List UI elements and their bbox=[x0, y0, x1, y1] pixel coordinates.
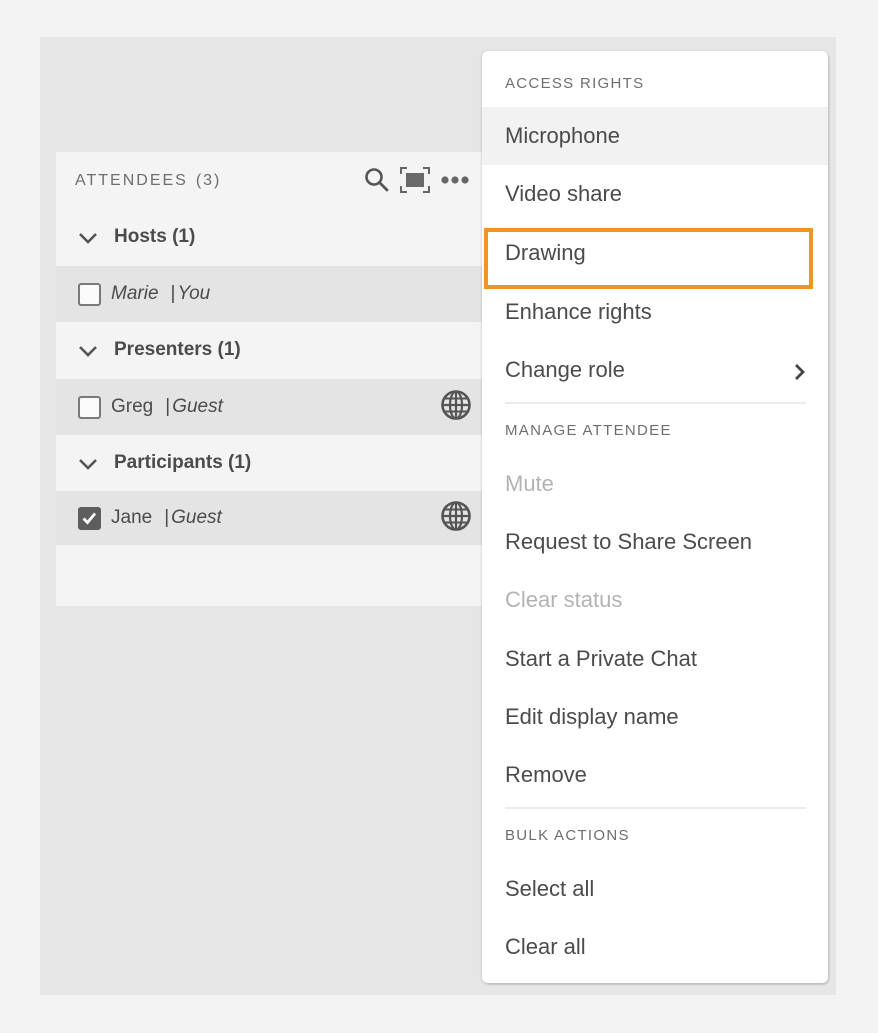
attendee-checkbox-checked[interactable] bbox=[78, 506, 101, 530]
attendee-row[interactable]: Marie | You bbox=[56, 266, 486, 322]
attendees-title: ATTENDEES (3) bbox=[75, 172, 221, 190]
menu-item-label: Microphone bbox=[505, 123, 620, 148]
attendee-name: Greg bbox=[111, 396, 154, 417]
attendee-context-menu: ACCESS RIGHTS Microphone Video share Dra… bbox=[482, 51, 828, 983]
menu-item-label: Change role bbox=[505, 357, 625, 382]
attendee-name-line: Jane | Guest bbox=[111, 507, 222, 529]
menu-item-label: Drawing bbox=[505, 240, 586, 265]
menu-item-label: Enhance rights bbox=[505, 299, 652, 324]
search-icon[interactable] bbox=[364, 167, 390, 193]
attendee-name: Jane bbox=[111, 507, 153, 528]
menu-item-mute[interactable]: Mute bbox=[482, 456, 828, 512]
menu-item-select-all[interactable]: Select all bbox=[482, 861, 828, 917]
attendee-separator: | bbox=[164, 507, 170, 528]
attendee-name-line: Marie | You bbox=[111, 283, 210, 305]
menu-item-video-share[interactable]: Video share bbox=[482, 166, 828, 222]
menu-item-label: Video share bbox=[505, 181, 623, 206]
header-icon-group bbox=[364, 166, 470, 194]
menu-item-label: Request to Share Screen bbox=[505, 529, 753, 554]
menu-item-change-role[interactable]: Change role bbox=[482, 342, 828, 398]
menu-item-label: Mute bbox=[505, 471, 554, 496]
attendee-role: Guest bbox=[172, 396, 223, 417]
menu-item-start-private-chat[interactable]: Start a Private Chat bbox=[482, 631, 828, 687]
section-heading-access-rights: ACCESS RIGHTS bbox=[505, 75, 645, 92]
attendees-panel-header: ATTENDEES (3) bbox=[56, 152, 486, 209]
attendee-separator: | bbox=[165, 396, 171, 417]
attendees-title-label: ATTENDEES bbox=[75, 172, 188, 189]
menu-divider bbox=[505, 402, 806, 404]
menu-item-clear-all[interactable]: Clear all bbox=[482, 919, 828, 975]
more-options-icon[interactable] bbox=[440, 175, 470, 185]
menu-item-remove[interactable]: Remove bbox=[482, 747, 828, 803]
group-participants[interactable]: Participants (1) bbox=[56, 435, 486, 491]
attendee-role: You bbox=[177, 283, 211, 304]
attendee-name: Marie bbox=[111, 283, 159, 304]
attendee-checkbox[interactable] bbox=[78, 395, 101, 419]
menu-item-label: Clear all bbox=[505, 934, 586, 959]
menu-item-label: Edit display name bbox=[505, 704, 679, 729]
menu-item-label: Select all bbox=[505, 876, 595, 901]
group-label: Presenters (1) bbox=[114, 339, 241, 360]
chevron-down-icon[interactable] bbox=[78, 457, 98, 475]
chevron-right-icon bbox=[794, 361, 806, 387]
chevron-down-icon[interactable] bbox=[78, 231, 98, 249]
attendees-count: (3) bbox=[195, 172, 222, 189]
group-presenters[interactable]: Presenters (1) bbox=[56, 322, 486, 378]
menu-item-enhance-rights[interactable]: Enhance rights bbox=[482, 284, 828, 340]
globe-icon bbox=[440, 500, 472, 537]
fullscreen-icon[interactable] bbox=[399, 166, 431, 194]
attendee-role: Guest bbox=[171, 507, 222, 528]
menu-item-microphone[interactable]: Microphone bbox=[482, 107, 828, 165]
globe-icon bbox=[440, 389, 472, 426]
menu-divider bbox=[505, 807, 806, 809]
group-hosts[interactable]: Hosts (1) bbox=[56, 209, 486, 265]
attendee-checkbox[interactable] bbox=[78, 282, 101, 306]
section-heading-bulk-actions: BULK ACTIONS bbox=[505, 827, 630, 844]
attendees-panel: ATTENDEES (3) Hosts (1) Marie | You Pres… bbox=[56, 152, 486, 606]
menu-item-label: Remove bbox=[505, 762, 587, 787]
group-label: Participants (1) bbox=[114, 452, 252, 473]
menu-item-label: Start a Private Chat bbox=[505, 646, 697, 671]
chevron-down-icon[interactable] bbox=[78, 344, 98, 362]
attendee-name-line: Greg | Guest bbox=[111, 396, 223, 418]
menu-item-edit-display-name[interactable]: Edit display name bbox=[482, 689, 828, 745]
menu-item-label: Clear status bbox=[505, 587, 623, 612]
group-label: Hosts (1) bbox=[114, 226, 196, 247]
menu-item-request-share-screen[interactable]: Request to Share Screen bbox=[482, 514, 828, 570]
menu-item-drawing[interactable]: Drawing bbox=[482, 225, 828, 281]
attendee-separator: | bbox=[170, 283, 176, 304]
checkmark-icon bbox=[82, 512, 97, 525]
section-heading-manage-attendee: MANAGE ATTENDEE bbox=[505, 422, 672, 439]
attendee-row[interactable]: Jane | Guest bbox=[56, 491, 486, 545]
attendee-row[interactable]: Greg | Guest bbox=[56, 379, 486, 435]
menu-item-clear-status[interactable]: Clear status bbox=[482, 572, 828, 628]
